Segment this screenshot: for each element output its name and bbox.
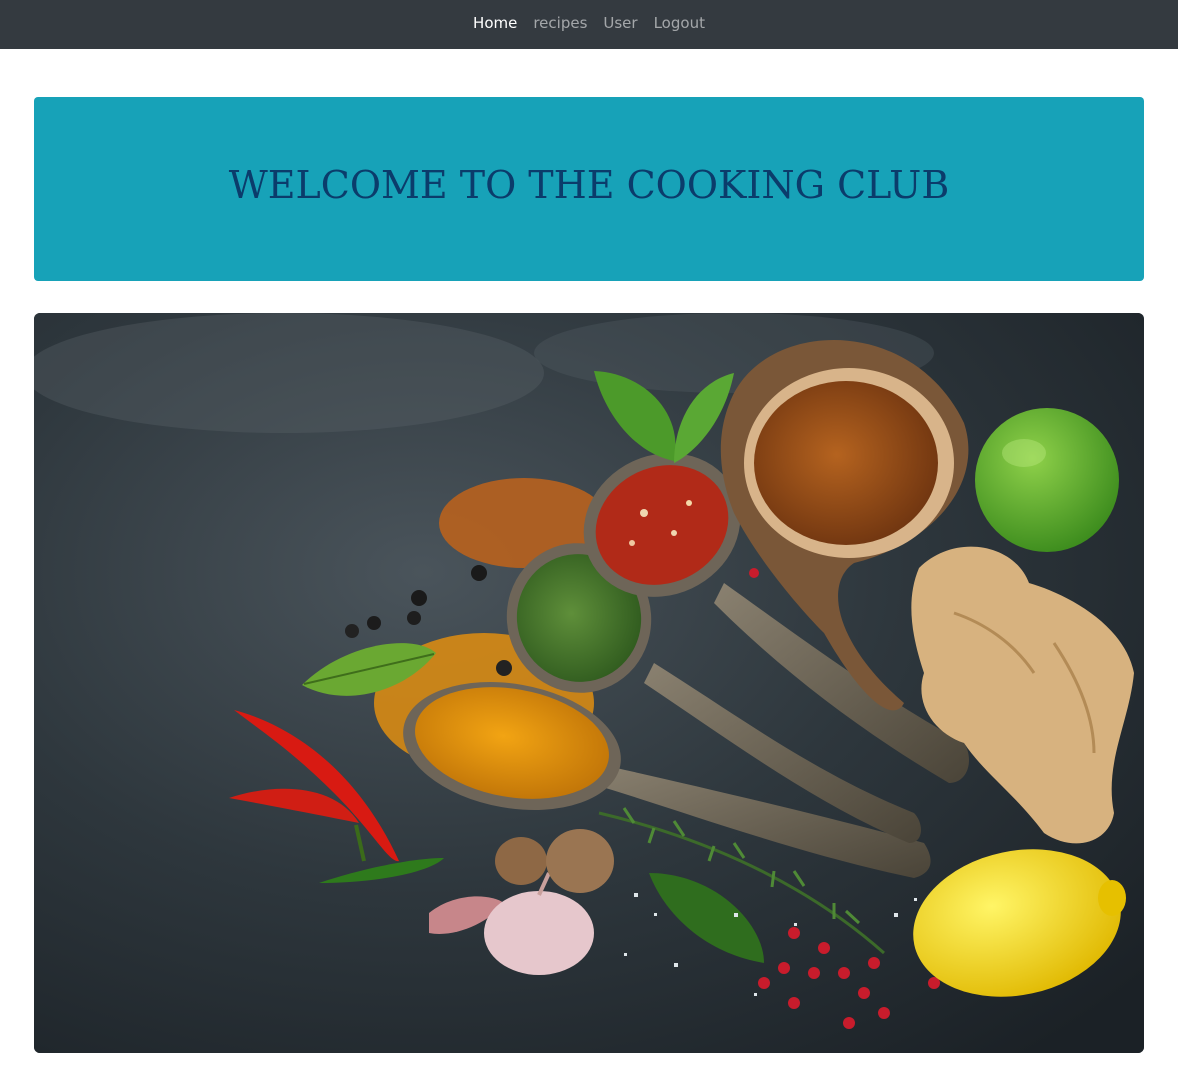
spices-photo bbox=[34, 313, 1144, 1053]
page-title: WELCOME TO THE COOKING CLUB bbox=[228, 163, 950, 207]
nav-user-link[interactable]: User bbox=[603, 14, 637, 32]
top-navbar: Home recipes User Logout bbox=[0, 0, 1178, 49]
nav-logout-link[interactable]: Logout bbox=[654, 14, 705, 32]
nav-recipes-link[interactable]: recipes bbox=[533, 14, 587, 32]
welcome-banner: WELCOME TO THE COOKING CLUB bbox=[34, 97, 1144, 281]
nav-home-link[interactable]: Home bbox=[473, 14, 517, 32]
